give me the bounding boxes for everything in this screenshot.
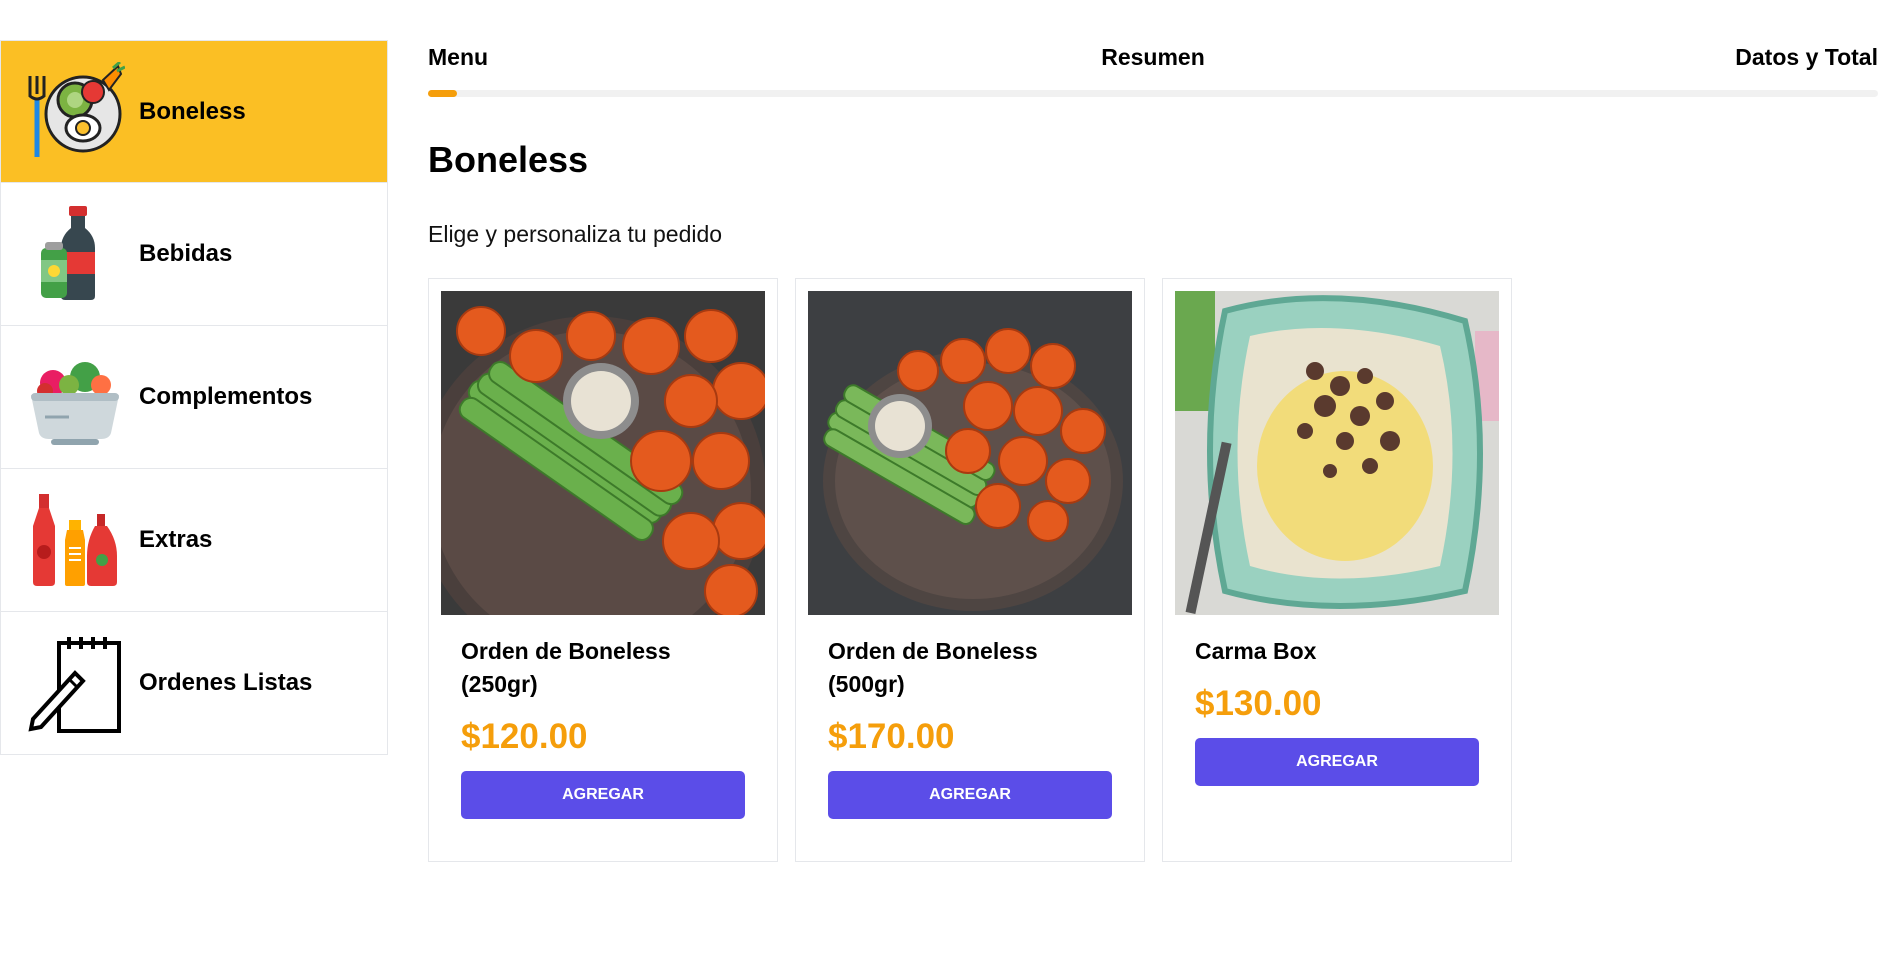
step-resumen[interactable]: Resumen	[428, 44, 1878, 71]
product-price: $130.00	[1195, 684, 1322, 723]
drinks-icon	[22, 202, 127, 307]
sidebar-item-boneless[interactable]: Boneless	[0, 40, 388, 183]
sauce-bottles-icon	[22, 488, 127, 593]
category-sidebar: Boneless Bebidas Complementos Extras Ord…	[0, 40, 388, 755]
page-title: Boneless	[428, 139, 589, 180]
product-card: Orden de Boneless (250gr) $120.00 Agrega…	[428, 278, 778, 862]
sidebar-item-label: Bebidas	[139, 240, 233, 267]
add-to-order-button[interactable]: Agregar	[828, 771, 1112, 819]
product-price: $120.00	[461, 717, 588, 756]
sidebar-item-label: Ordenes Listas	[139, 669, 313, 696]
boneless-500-image	[808, 291, 1132, 615]
salad-bowl-icon	[22, 345, 127, 450]
sidebar-item-label: Extras	[139, 526, 213, 553]
product-name: Carma Box	[1195, 638, 1317, 664]
product-name: Orden de Boneless (250gr)	[461, 638, 671, 697]
step-datos-total[interactable]: Datos y Total	[1735, 44, 1878, 71]
progress-bar	[428, 90, 1878, 97]
add-to-order-button[interactable]: Agregar	[1195, 738, 1479, 786]
sidebar-item-complementos[interactable]: Complementos	[0, 326, 388, 469]
checkout-steps: Menu Resumen Datos y Total	[428, 40, 1878, 70]
notepad-icon	[22, 631, 127, 736]
boneless-250-image	[441, 291, 765, 615]
product-name: Orden de Boneless (500gr)	[828, 638, 1038, 697]
sidebar-item-ordenes-listas[interactable]: Ordenes Listas	[0, 612, 388, 755]
sidebar-item-label: Boneless	[139, 97, 246, 125]
food-plate-icon	[22, 59, 127, 164]
sidebar-item-bebidas[interactable]: Bebidas	[0, 183, 388, 326]
progress-bar-fill	[428, 90, 457, 97]
product-card: Orden de Boneless (500gr) $170.00 Agrega…	[795, 278, 1145, 862]
product-price: $170.00	[828, 717, 955, 756]
sidebar-item-extras[interactable]: Extras	[0, 469, 388, 612]
carma-box-image	[1175, 291, 1499, 615]
page-subtitle: Elige y personaliza tu pedido	[428, 221, 723, 247]
product-card: Carma Box $130.00 Agregar	[1162, 278, 1512, 862]
main-content: Menu Resumen Datos y Total Boneless Elig…	[428, 40, 1878, 862]
product-grid: Orden de Boneless (250gr) $120.00 Agrega…	[428, 278, 1878, 862]
sidebar-item-label: Complementos	[139, 383, 313, 410]
add-to-order-button[interactable]: Agregar	[461, 771, 745, 819]
